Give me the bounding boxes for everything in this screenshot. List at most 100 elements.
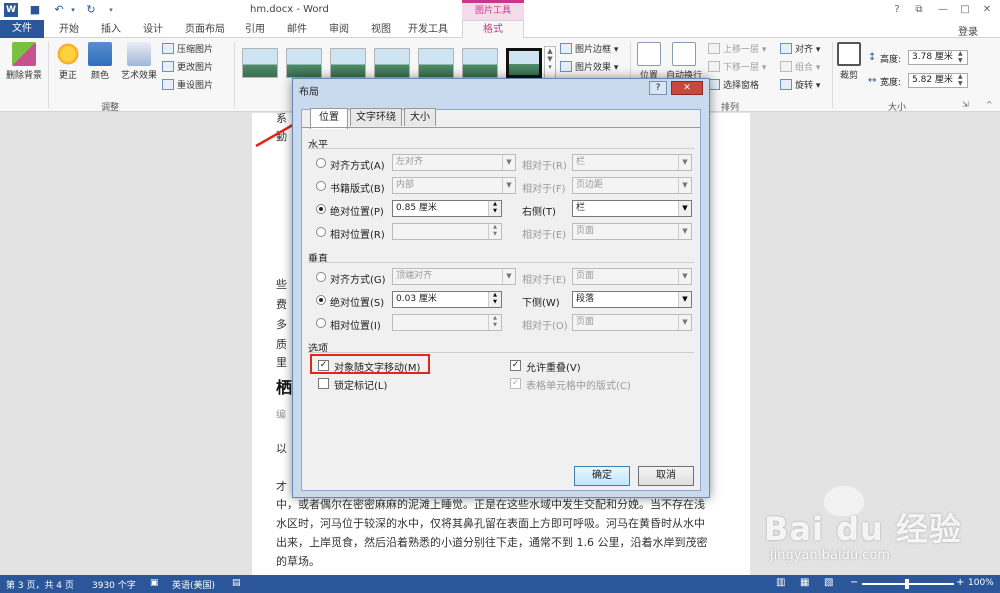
- width-spinner[interactable]: ▲ ▼: [958, 73, 963, 87]
- picture-style-3[interactable]: [330, 48, 366, 78]
- picture-style-6[interactable]: [462, 48, 498, 78]
- zoom-in-icon[interactable]: +: [956, 577, 964, 588]
- dialog-close-button[interactable]: ✕: [671, 81, 703, 95]
- h-book-select[interactable]: 内部 ▼: [392, 177, 516, 194]
- maximize-button[interactable]: □: [956, 3, 974, 17]
- tab-text-wrapping[interactable]: 文字环绕: [350, 108, 402, 126]
- read-mode-icon[interactable]: ▥: [776, 577, 785, 588]
- tab-developer[interactable]: 开发工具: [404, 22, 452, 38]
- macro-icon[interactable]: ▤: [232, 578, 241, 588]
- minimize-button[interactable]: —: [934, 3, 952, 17]
- group-button[interactable]: 组合 ▾: [780, 60, 820, 76]
- help-button[interactable]: ?: [888, 3, 906, 17]
- v-abs-rel-select[interactable]: 段落 ▼: [572, 291, 692, 308]
- tab-references[interactable]: 引用: [238, 22, 272, 38]
- send-backward-button[interactable]: 下移一层 ▾: [708, 60, 766, 76]
- ribbon-display-button[interactable]: ⧉: [910, 3, 928, 17]
- allow-overlap-label[interactable]: 允许重叠(V): [526, 359, 581, 374]
- zoom-level[interactable]: 100%: [968, 578, 994, 588]
- h-rel-rel-select[interactable]: 页面 ▼: [572, 223, 692, 240]
- layout-in-cell-label[interactable]: 表格单元格中的版式(C): [526, 377, 631, 392]
- remove-background-button[interactable]: 删除背景: [4, 42, 44, 81]
- dialog-help-button[interactable]: ?: [649, 81, 667, 95]
- rotate-button[interactable]: 旋转 ▾: [780, 78, 820, 94]
- tab-view[interactable]: 视图: [364, 22, 398, 38]
- undo-dropdown-icon[interactable]: ▾: [66, 3, 80, 17]
- redo-icon[interactable]: ↻: [84, 3, 98, 17]
- crop-button[interactable]: 裁剪: [836, 42, 862, 81]
- tab-position[interactable]: 位置: [310, 108, 348, 129]
- spinner-icon[interactable]: ▲ ▼: [488, 315, 501, 330]
- save-icon[interactable]: ■: [28, 3, 42, 17]
- change-picture-button[interactable]: 更改图片: [162, 60, 213, 76]
- selection-pane-button[interactable]: 选择窗格: [708, 78, 759, 94]
- h-book-radio[interactable]: [316, 181, 326, 191]
- page-count[interactable]: 第 3 页，共 4 页: [6, 578, 74, 591]
- word-count[interactable]: 3930 个字: [92, 578, 136, 591]
- web-layout-icon[interactable]: ▧: [824, 577, 833, 588]
- picture-style-2[interactable]: [286, 48, 322, 78]
- tab-review[interactable]: 审阅: [322, 22, 356, 38]
- picture-style-5[interactable]: [418, 48, 454, 78]
- h-book-rel-select[interactable]: 页边距 ▼: [572, 177, 692, 194]
- tab-insert[interactable]: 插入: [94, 22, 128, 38]
- close-button[interactable]: ✕: [978, 3, 996, 17]
- picture-style-4[interactable]: [374, 48, 410, 78]
- h-align-rel-select[interactable]: 栏 ▼: [572, 154, 692, 171]
- language[interactable]: 英语(美国): [172, 578, 215, 591]
- artistic-effects-button[interactable]: 艺术效果: [118, 42, 160, 81]
- picture-style-7[interactable]: [506, 48, 542, 78]
- proofing-icon[interactable]: ▣: [150, 578, 159, 588]
- align-button[interactable]: 对齐 ▾: [780, 42, 820, 58]
- ok-button[interactable]: 确定: [574, 466, 630, 486]
- picture-effects-button[interactable]: 图片效果 ▾: [560, 60, 618, 76]
- dialog-title-bar[interactable]: 布局 ? ✕: [293, 79, 709, 99]
- bring-forward-button[interactable]: 上移一层 ▾: [708, 42, 766, 58]
- tab-home[interactable]: 开始: [52, 22, 86, 38]
- h-align-radio[interactable]: [316, 158, 326, 168]
- corrections-button[interactable]: 更正: [54, 42, 82, 81]
- zoom-thumb[interactable]: [905, 579, 909, 589]
- tab-format[interactable]: 格式: [462, 20, 524, 39]
- h-align-select[interactable]: 左对齐 ▼: [392, 154, 516, 171]
- tab-design[interactable]: 设计: [136, 22, 170, 38]
- v-rel-input[interactable]: ▲ ▼: [392, 314, 502, 331]
- spinner-icon[interactable]: ▲ ▼: [488, 201, 501, 216]
- lock-anchor-label[interactable]: 锁定标记(L): [334, 377, 387, 392]
- picture-style-1[interactable]: [242, 48, 278, 78]
- v-align-rel-select[interactable]: 页面 ▼: [572, 268, 692, 285]
- v-align-select[interactable]: 顶端对齐 ▼: [392, 268, 516, 285]
- allow-overlap-checkbox[interactable]: ✓: [510, 360, 521, 371]
- tab-mailings[interactable]: 邮件: [280, 22, 314, 38]
- spinner-icon[interactable]: ▲ ▼: [488, 292, 501, 307]
- position-button[interactable]: 位置: [636, 42, 662, 81]
- h-abs-radio[interactable]: [316, 204, 326, 214]
- compress-pictures-button[interactable]: 压缩图片: [162, 42, 213, 58]
- print-layout-icon[interactable]: ▦: [800, 577, 809, 588]
- wrap-text-button[interactable]: 自动换行: [664, 42, 704, 81]
- v-rel-rel-select[interactable]: 页面 ▼: [572, 314, 692, 331]
- undo-icon[interactable]: ↶: [52, 3, 66, 17]
- v-abs-radio[interactable]: [316, 295, 326, 305]
- h-rel-radio[interactable]: [316, 227, 326, 237]
- picture-border-button[interactable]: 图片边框 ▾: [560, 42, 618, 58]
- h-abs-input[interactable]: 0.85 厘米 ▲ ▼: [392, 200, 502, 217]
- h-rel-input[interactable]: ▲ ▼: [392, 223, 502, 240]
- tab-page-layout[interactable]: 页面布局: [180, 22, 230, 38]
- tab-size[interactable]: 大小: [404, 108, 436, 126]
- login-link[interactable]: 登录: [958, 23, 978, 38]
- customize-qat-icon[interactable]: ▾: [104, 3, 118, 17]
- h-abs-rel-select[interactable]: 栏 ▼: [572, 200, 692, 217]
- layout-in-cell-checkbox[interactable]: ✓: [510, 378, 521, 389]
- height-spinner[interactable]: ▲ ▼: [958, 50, 963, 64]
- v-rel-radio[interactable]: [316, 318, 326, 328]
- color-button[interactable]: 颜色: [86, 42, 114, 81]
- v-abs-input[interactable]: 0.03 厘米 ▲ ▼: [392, 291, 502, 308]
- dialog-launcher-icon[interactable]: ⇲: [962, 100, 969, 109]
- zoom-out-icon[interactable]: −: [850, 577, 858, 588]
- reset-picture-button[interactable]: 重设图片: [162, 78, 213, 94]
- lock-anchor-checkbox[interactable]: [318, 378, 329, 389]
- tab-file[interactable]: 文件: [0, 20, 44, 38]
- v-align-radio[interactable]: [316, 272, 326, 282]
- cancel-button[interactable]: 取消: [638, 466, 694, 486]
